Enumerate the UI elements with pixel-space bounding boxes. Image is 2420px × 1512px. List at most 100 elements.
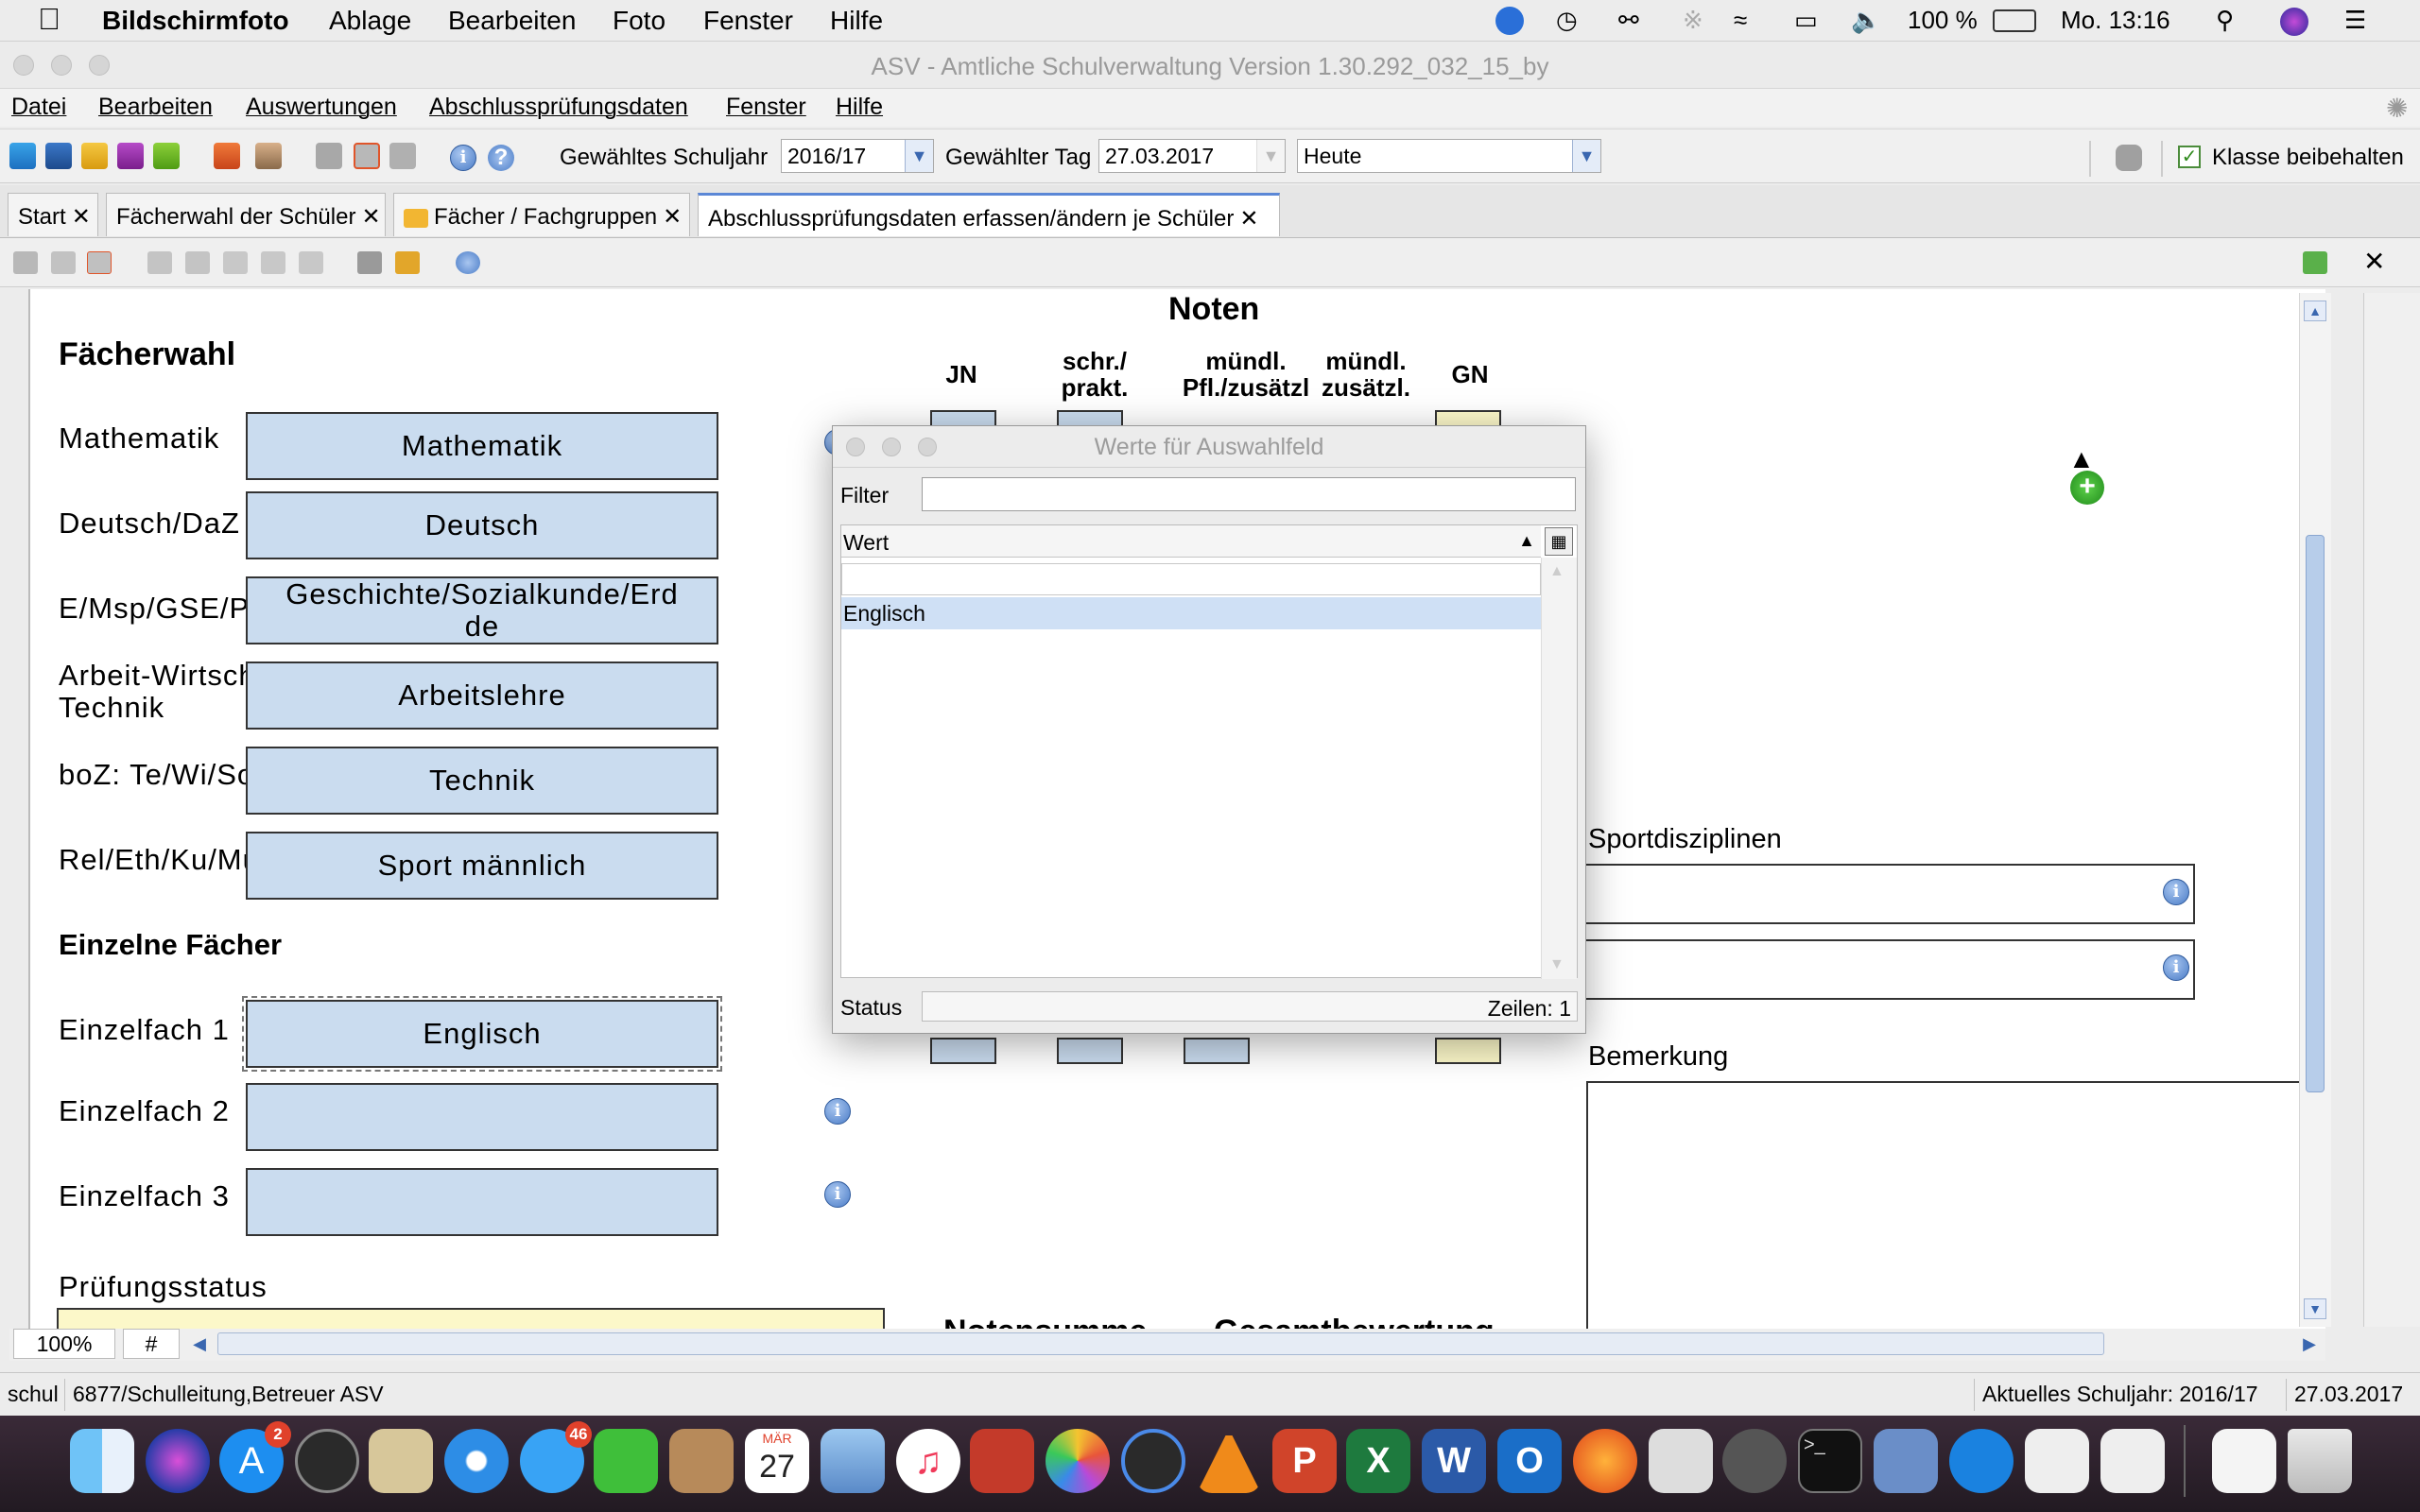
kopieren-icon[interactable] (316, 143, 342, 169)
messages-icon[interactable]: 46 (520, 1421, 592, 1493)
sync-icon[interactable] (2116, 145, 2142, 171)
dashboard-icon[interactable] (295, 1429, 359, 1493)
scroll-left-icon[interactable]: ◀ (185, 1331, 214, 1357)
fach-arbeitslehre-field[interactable]: Arbeitslehre (246, 662, 718, 730)
battery-percent[interactable]: 100 % (1908, 6, 1978, 35)
fenster-icon[interactable] (354, 143, 380, 169)
quicktime-icon[interactable] (1121, 1429, 1185, 1493)
tunnelblick-icon[interactable] (1722, 1429, 1787, 1493)
appmenu-auswertungen[interactable]: Auswertungen (246, 94, 397, 121)
klassen-icon[interactable] (45, 143, 72, 169)
bluetooth-icon[interactable]: ※ (1683, 6, 1703, 35)
tab-start[interactable]: Start ✕ (8, 193, 98, 236)
scroll-down-icon[interactable]: ▼ (1549, 956, 1564, 973)
arrow-right-icon[interactable] (185, 251, 210, 274)
documents-stack-icon[interactable] (2212, 1429, 2276, 1493)
einzelfach-2-field[interactable] (246, 1083, 718, 1151)
appmenu-hilfe[interactable]: Hilfe (836, 94, 883, 121)
print-icon[interactable] (357, 251, 382, 274)
grade-schr-field[interactable] (1057, 1038, 1123, 1064)
fach-deutsch-field[interactable]: Deutsch (246, 491, 718, 559)
scroll-right-icon[interactable]: ▶ (2295, 1331, 2324, 1357)
powerpoint-icon[interactable]: P (1272, 1429, 1337, 1493)
save-icon[interactable] (13, 251, 38, 274)
lehrer-icon[interactable] (81, 143, 108, 169)
timemachine-icon[interactable]: ◷ (1556, 6, 1578, 35)
cut-icon[interactable] (223, 251, 248, 274)
scissors-icon[interactable] (1649, 1429, 1713, 1493)
menu-foto[interactable]: Foto (613, 6, 666, 36)
contacts-icon[interactable] (669, 1429, 734, 1493)
chevron-down-icon[interactable]: ▼ (1256, 140, 1285, 172)
appmenu-bearbeiten[interactable]: Bearbeiten (98, 94, 213, 121)
bemerkung-textarea[interactable] (1586, 1081, 2325, 1329)
chevron-down-icon[interactable]: ▼ (1572, 140, 1600, 172)
photos-icon[interactable] (1046, 1429, 1110, 1493)
help-icon[interactable]: ? (488, 145, 514, 171)
table-row[interactable] (841, 563, 1541, 595)
fach-mathematik-field[interactable]: Mathematik (246, 412, 718, 480)
unterricht-icon[interactable] (117, 143, 144, 169)
close-icon[interactable]: ✕ (2363, 246, 2385, 277)
preview-icon[interactable] (821, 1429, 885, 1493)
close-icon[interactable]: ✕ (72, 204, 91, 230)
vlc-icon[interactable] (1197, 1429, 1261, 1493)
refresh-icon[interactable] (2303, 251, 2327, 274)
menu-hilfe[interactable]: Hilfe (830, 6, 883, 36)
tag-combo[interactable]: 27.03.2017 ▼ (1098, 139, 1286, 173)
itunes-icon[interactable]: ♫ (896, 1429, 960, 1493)
grade-muendl-field[interactable] (1184, 1038, 1250, 1064)
blitz-icon[interactable] (389, 143, 416, 169)
grade-jn-field[interactable] (930, 1038, 996, 1064)
close-icon[interactable]: ✕ (663, 204, 682, 230)
trash-icon[interactable] (2288, 1429, 2352, 1493)
apple-menu-icon[interactable]:  (38, 2, 60, 37)
tab-faecher-fachgruppen[interactable]: Fächer / Fachgruppen ✕ (393, 193, 690, 236)
finder-icon[interactable] (70, 1429, 134, 1493)
grid-toggle[interactable]: # (123, 1329, 180, 1359)
paste-icon[interactable] (299, 251, 323, 274)
vertical-scrollbar[interactable]: ▲ ▼ (2299, 293, 2331, 1327)
heute-combo[interactable]: Heute ▼ (1297, 139, 1601, 173)
clear-icon[interactable] (395, 251, 420, 274)
column-header-wert[interactable]: Wert ▲ (841, 525, 1541, 558)
column-chooser-icon[interactable]: ▦ (1545, 527, 1573, 556)
info-icon[interactable]: i (824, 1098, 851, 1125)
horizontal-scroll-thumb[interactable] (217, 1332, 2104, 1355)
sportdisziplin-2-field[interactable] (1581, 939, 2195, 1000)
safari-icon[interactable] (444, 1429, 509, 1493)
info-icon[interactable]: i (824, 1181, 851, 1208)
calendar-icon[interactable]: MÄR 27 (745, 1429, 809, 1493)
chevron-down-icon[interactable]: ▼ (905, 140, 933, 172)
table-row[interactable]: Englisch (841, 597, 1541, 629)
info-icon[interactable]: i (450, 145, 476, 171)
filter-input[interactable] (922, 477, 1576, 511)
close-icon[interactable]: ✕ (1239, 206, 1258, 232)
scroll-thumb[interactable] (2306, 535, 2325, 1092)
java-icon[interactable] (2100, 1429, 2165, 1493)
help-icon[interactable] (456, 251, 480, 274)
scroll-up-icon[interactable]: ▲ (2304, 301, 2326, 321)
scroll-up-icon[interactable]: ▲ (1549, 563, 1564, 580)
table-scrollbar[interactable]: ▲ ▼ (1541, 558, 1577, 979)
menubar-clock[interactable]: Mo. 13:16 (2061, 6, 2170, 35)
airplay-icon[interactable]: ▭ (1794, 6, 1818, 35)
form-icon[interactable] (87, 251, 112, 274)
einzelfach-1-field[interactable]: Englisch (242, 996, 722, 1072)
firefox-icon[interactable] (1573, 1429, 1637, 1493)
teamviewer-icon[interactable] (1495, 7, 1524, 35)
photobooth-icon[interactable] (970, 1429, 1034, 1493)
copy-icon[interactable] (261, 251, 285, 274)
notification-center-icon[interactable]: ☰ (2344, 6, 2366, 35)
close-icon[interactable]: ✕ (361, 204, 380, 230)
battery-icon[interactable] (1993, 9, 2036, 32)
zoom-level[interactable]: 100% (13, 1329, 115, 1359)
scroll-down-icon[interactable]: ▼ (2304, 1298, 2326, 1319)
tab-faecherwahl[interactable]: Fächerwahl der Schüler ✕ (106, 193, 386, 236)
buecher-icon[interactable] (214, 143, 240, 169)
outlook-icon[interactable]: O (1497, 1429, 1562, 1493)
excel-icon[interactable]: X (1346, 1429, 1410, 1493)
app-menu-name[interactable]: Bildschirmfoto (102, 6, 289, 36)
schuljahr-combo[interactable]: 2016/17 ▼ (781, 139, 934, 173)
binoculars-icon[interactable]: ⚯ (1618, 6, 1639, 35)
